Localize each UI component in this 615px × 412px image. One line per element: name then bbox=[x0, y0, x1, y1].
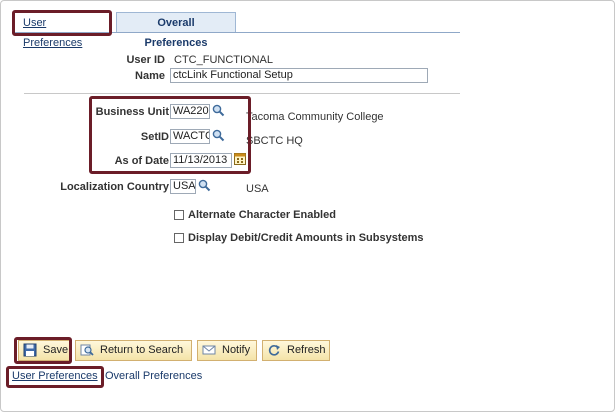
setid-description: SBCTC HQ bbox=[246, 135, 303, 147]
user-id-value: CTC_FUNCTIONAL bbox=[174, 54, 274, 66]
notify-button[interactable]: Notify bbox=[197, 340, 257, 361]
return-to-search-label: Return to Search bbox=[100, 344, 184, 356]
refresh-label: Refresh bbox=[287, 344, 326, 356]
name-field[interactable]: ctcLink Functional Setup bbox=[170, 68, 428, 83]
refresh-button[interactable]: Refresh bbox=[262, 340, 330, 361]
setid-label: SetID bbox=[140, 131, 169, 143]
tab-user-preferences[interactable]: User Preferences bbox=[14, 12, 112, 49]
save-label: Save bbox=[43, 344, 69, 356]
notify-icon bbox=[202, 345, 216, 355]
tab-overall-preferences[interactable]: Overall Preferences bbox=[116, 12, 236, 49]
lookup-icon[interactable] bbox=[212, 129, 225, 142]
alternate-character-checkbox[interactable] bbox=[174, 210, 184, 220]
section-separator bbox=[24, 93, 460, 94]
business-unit-input[interactable]: WA220 bbox=[170, 104, 210, 119]
lookup-icon[interactable] bbox=[198, 179, 211, 192]
tab-divider bbox=[14, 32, 460, 33]
save-icon bbox=[23, 343, 37, 357]
return-to-search-icon bbox=[80, 344, 94, 356]
localization-country-label: Localization Country bbox=[60, 181, 169, 193]
debit-credit-label: Display Debit/Credit Amounts in Subsyste… bbox=[188, 232, 424, 244]
footer-link-user-preferences[interactable]: User Preferences bbox=[12, 370, 98, 382]
name-label: Name bbox=[135, 70, 165, 82]
localization-country-description: USA bbox=[246, 183, 269, 195]
as-of-date-label: As of Date bbox=[114, 155, 169, 167]
debit-credit-checkbox[interactable] bbox=[174, 233, 184, 243]
as-of-date-input[interactable]: 11/13/2013 bbox=[170, 153, 232, 168]
business-unit-label: Business Unit bbox=[95, 106, 169, 118]
setid-input[interactable]: WACTC bbox=[170, 129, 210, 144]
notify-label: Notify bbox=[222, 344, 251, 356]
business-unit-description: Tacoma Community College bbox=[246, 111, 384, 123]
refresh-icon bbox=[268, 345, 280, 356]
alternate-character-label: Alternate Character Enabled bbox=[188, 209, 336, 221]
lookup-icon[interactable] bbox=[212, 104, 225, 117]
localization-country-input[interactable]: USA bbox=[170, 179, 196, 194]
return-to-search-button[interactable]: Return to Search bbox=[75, 340, 192, 361]
footer-link-overall-preferences[interactable]: Overall Preferences bbox=[105, 370, 202, 382]
user-id-label: User ID bbox=[126, 54, 165, 66]
save-button[interactable]: Save bbox=[18, 340, 70, 361]
calendar-icon[interactable] bbox=[234, 153, 246, 165]
